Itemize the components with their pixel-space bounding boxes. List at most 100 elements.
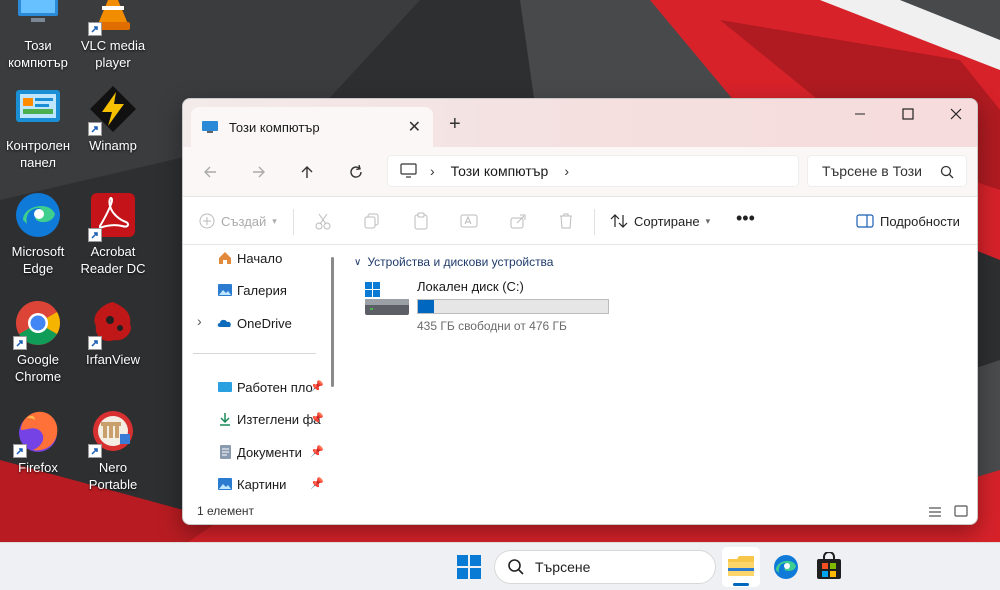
- folder-icon: [728, 556, 754, 576]
- sidebar-item-onedrive[interactable]: OneDrive: [217, 313, 292, 333]
- copy-icon: [364, 213, 379, 229]
- home-icon: [217, 250, 233, 266]
- shortcut-arrow-icon: [88, 336, 102, 350]
- desktop-icon-winamp[interactable]: Winamp: [75, 84, 151, 154]
- desktop-folder-icon: [217, 379, 233, 395]
- taskbar: Търсене: [0, 542, 1000, 590]
- desktop-icon-label: Контролен панел: [5, 138, 71, 170]
- pin-icon[interactable]: 📌: [310, 477, 324, 490]
- gallery-icon: [217, 282, 233, 298]
- desktop-icon-irfanview[interactable]: IrfanView: [75, 298, 151, 368]
- close-window-button[interactable]: [933, 99, 977, 129]
- maximize-icon: [902, 108, 914, 120]
- desktop-icon-nero[interactable]: Nero Portable: [75, 406, 151, 493]
- pictures-icon: [217, 476, 233, 492]
- desktop-icon-vlc[interactable]: VLC media player: [75, 0, 151, 71]
- active-indicator: [733, 583, 749, 586]
- tiles-view-icon[interactable]: [954, 505, 968, 517]
- desktop-icon-this-pc[interactable]: Този компютър: [0, 0, 76, 71]
- share-button[interactable]: [509, 211, 527, 231]
- desktop-icon-edge[interactable]: Microsoft Edge: [0, 190, 76, 277]
- chevron-right-icon[interactable]: ›: [564, 163, 569, 179]
- refresh-button[interactable]: [345, 161, 367, 183]
- edge-icon: [13, 190, 63, 240]
- sidebar-item-desktop[interactable]: Работен пло: [217, 377, 313, 397]
- address-bar[interactable]: › Този компютър ›: [387, 155, 799, 187]
- sidebar-item-label: Галерия: [237, 282, 287, 298]
- taskbar-search[interactable]: Търсене: [494, 550, 716, 584]
- minimize-button[interactable]: [837, 99, 883, 129]
- breadcrumb-this-pc[interactable]: Този компютър: [451, 163, 549, 179]
- sidebar-item-gallery[interactable]: Галерия: [217, 280, 287, 300]
- details-view-icon[interactable]: [928, 506, 942, 518]
- sidebar-scrollbar[interactable]: [331, 257, 334, 387]
- drive-usage-bar: [417, 299, 609, 314]
- rename-button[interactable]: [460, 211, 478, 231]
- scissors-icon: [315, 213, 331, 230]
- section-header[interactable]: ∨ Устройства и дискови устройства: [354, 255, 553, 269]
- windows-start-icon[interactable]: [454, 552, 484, 582]
- desktop-icon-control-panel[interactable]: Контролен панел: [0, 84, 76, 171]
- new-button[interactable]: Създай ▾: [199, 211, 277, 231]
- download-icon: [217, 411, 233, 427]
- control-panel-icon: [13, 84, 63, 134]
- refresh-icon: [350, 164, 362, 178]
- store-icon[interactable]: [814, 552, 844, 582]
- forward-button[interactable]: [248, 161, 270, 183]
- tab-this-pc[interactable]: Този компютър ✕: [191, 107, 433, 147]
- hard-drive-icon: [365, 282, 409, 315]
- navigation-bar: › Този компютър › Търсене в Този: [183, 147, 977, 197]
- maximize-button[interactable]: [885, 99, 931, 129]
- minimize-icon: [855, 113, 865, 115]
- sidebar-item-label: Начало: [237, 250, 283, 266]
- sort-button[interactable]: Сортиране ▾: [610, 211, 710, 231]
- desktop-icon-label: Acrobat Reader DC: [80, 244, 146, 276]
- chevron-right-icon[interactable]: ›: [197, 313, 202, 329]
- sidebar-item-label: OneDrive: [237, 315, 292, 331]
- drive-item[interactable]: Локален диск (C:) 435 ГБ свободни от 476…: [364, 279, 624, 333]
- paste-button[interactable]: [412, 211, 430, 231]
- close-tab-icon[interactable]: ✕: [408, 117, 421, 137]
- navigation-pane: Начало Галерия › OneDrive Работен пло 📌 …: [183, 245, 338, 499]
- back-button[interactable]: [199, 161, 221, 183]
- more-options-button[interactable]: •••: [736, 208, 755, 228]
- desktop-icon-label: Nero Portable: [88, 460, 138, 492]
- item-count: 1 елемент: [197, 504, 255, 518]
- sidebar-item-label: Изтеглени фа: [237, 411, 321, 427]
- desktop-icon-label: Microsoft Edge: [11, 244, 65, 276]
- chrome-icon: [13, 298, 63, 350]
- desktop-icon-acrobat[interactable]: Acrobat Reader DC: [75, 190, 151, 277]
- taskbar-explorer-button[interactable]: [722, 547, 760, 587]
- new-tab-button[interactable]: +: [449, 113, 461, 136]
- monitor-icon: [202, 121, 218, 133]
- command-bar: Създай ▾ Сортиране ▾ ••• Подробности: [183, 197, 977, 245]
- search-placeholder: Търсене в Този: [822, 163, 922, 179]
- vlc-icon: [88, 0, 138, 36]
- copy-button[interactable]: [363, 211, 381, 231]
- desktop-icon-firefox[interactable]: Firefox: [0, 406, 76, 476]
- details-button[interactable]: Подробности: [856, 211, 960, 231]
- drive-name: Локален диск (C:): [417, 279, 524, 294]
- sidebar-item-home[interactable]: Начало: [217, 248, 282, 268]
- desktop-icon-chrome[interactable]: Google Chrome: [0, 298, 76, 385]
- shortcut-arrow-icon: [13, 336, 27, 350]
- trash-icon: [560, 213, 572, 229]
- computer-icon: [13, 0, 63, 34]
- monitor-icon: [400, 163, 417, 178]
- pin-icon[interactable]: 📌: [310, 412, 324, 425]
- pin-icon[interactable]: 📌: [310, 445, 324, 458]
- sidebar-item-documents[interactable]: Документи: [217, 442, 302, 462]
- up-button[interactable]: [296, 161, 318, 183]
- cut-button[interactable]: [314, 211, 332, 231]
- edge-icon[interactable]: [771, 552, 801, 582]
- pin-icon[interactable]: 📌: [310, 380, 324, 393]
- divider: [193, 353, 316, 354]
- search-input[interactable]: Търсене в Този: [807, 155, 967, 187]
- sidebar-item-downloads[interactable]: Изтеглени фа: [217, 409, 321, 429]
- drive-free-space: 435 ГБ свободни от 476 ГБ: [417, 319, 567, 333]
- delete-button[interactable]: [557, 211, 575, 231]
- arrow-right-icon: [253, 166, 265, 178]
- details-pane-icon: [856, 214, 874, 228]
- sidebar-item-label: Документи: [237, 444, 302, 460]
- sidebar-item-pictures[interactable]: Картини: [217, 474, 286, 494]
